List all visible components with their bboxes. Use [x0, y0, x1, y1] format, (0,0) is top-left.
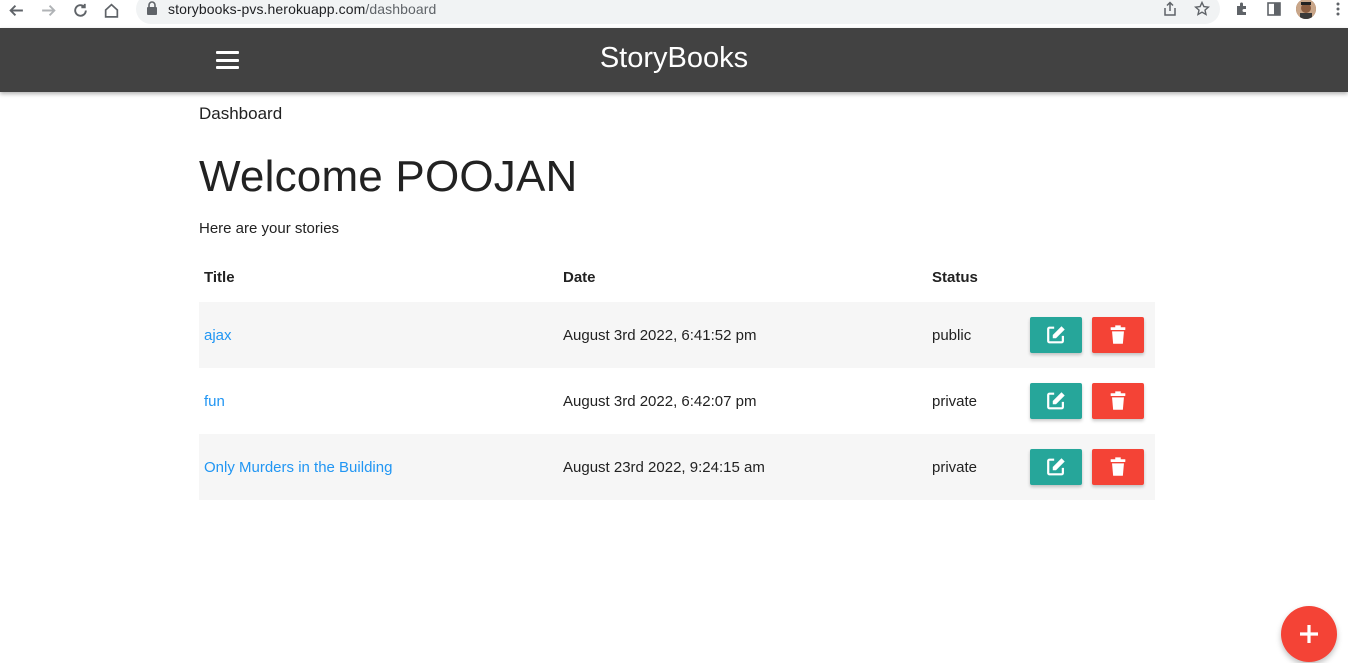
share-icon[interactable] — [1160, 0, 1180, 18]
stories-table: Title Date Status ajax August 3rd 2022, … — [199, 252, 1155, 500]
table-header-row: Title Date Status — [199, 252, 1155, 302]
story-status: private — [932, 392, 978, 410]
table-row: fun August 3rd 2022, 6:42:07 pm private — [199, 368, 1155, 434]
stories-subtitle: Here are your stories — [199, 220, 340, 237]
side-panel-icon[interactable] — [1264, 0, 1284, 18]
welcome-heading: Welcome POOJAN — [199, 152, 578, 201]
page-breadcrumb: Dashboard — [199, 104, 283, 123]
forward-icon[interactable] — [34, 0, 62, 20]
edit-icon — [1047, 326, 1065, 344]
edit-story-button[interactable] — [1030, 317, 1082, 353]
browser-toolbar: storybooks-pvs.herokuapp.com/dashboard — [0, 0, 1348, 28]
trash-icon — [1110, 325, 1126, 344]
edit-icon — [1047, 458, 1065, 476]
story-status: public — [927, 302, 1025, 368]
url-path: /dashboard — [365, 1, 437, 17]
story-title-link[interactable]: ajax — [204, 327, 232, 344]
edit-story-button[interactable] — [1030, 449, 1082, 485]
lock-icon — [147, 1, 157, 15]
url-host: storybooks-pvs.herokuapp.com — [168, 1, 366, 17]
app-navbar: StoryBooks — [0, 28, 1348, 92]
trash-icon — [1110, 457, 1126, 476]
edit-icon — [1047, 392, 1065, 410]
brand-logo[interactable]: StoryBooks — [0, 42, 1348, 75]
table-row: Only Murders in the Building August 23rd… — [199, 434, 1155, 500]
header-date: Date — [563, 268, 596, 286]
story-title-link[interactable]: Only Murders in the Building — [204, 459, 392, 476]
delete-story-button[interactable] — [1092, 449, 1144, 485]
url-text: storybooks-pvs.herokuapp.com/dashboard — [168, 1, 436, 17]
trash-icon — [1110, 391, 1126, 410]
story-status: private — [927, 434, 1025, 500]
story-date: August 23rd 2022, 9:24:15 am — [558, 434, 927, 500]
add-story-button[interactable] — [1281, 606, 1337, 662]
reload-icon[interactable] — [66, 0, 94, 20]
edit-story-button[interactable] — [1030, 383, 1082, 419]
delete-story-button[interactable] — [1092, 317, 1144, 353]
chrome-menu-icon[interactable] — [1328, 0, 1348, 18]
header-actions — [1025, 252, 1155, 302]
header-status: Status — [932, 268, 978, 286]
delete-story-button[interactable] — [1092, 383, 1144, 419]
story-date: August 3rd 2022, 6:42:07 pm — [563, 392, 757, 410]
header-title: Title — [204, 268, 235, 286]
table-row: ajax August 3rd 2022, 6:41:52 pm public — [199, 302, 1155, 368]
bookmark-star-icon[interactable] — [1192, 0, 1212, 18]
extensions-icon[interactable] — [1232, 0, 1252, 18]
story-date: August 3rd 2022, 6:41:52 pm — [558, 302, 927, 368]
back-icon[interactable] — [2, 0, 30, 20]
home-icon[interactable] — [97, 0, 125, 20]
story-title-link[interactable]: fun — [204, 393, 225, 410]
plus-icon — [1300, 625, 1318, 643]
profile-avatar[interactable] — [1296, 0, 1316, 19]
